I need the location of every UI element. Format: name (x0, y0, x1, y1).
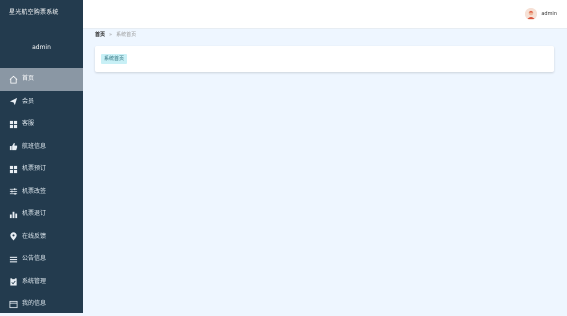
sidebar-item-label: 客服 (22, 120, 35, 127)
sidebar-item-home[interactable]: 首页 (0, 68, 83, 91)
list-icon (9, 255, 18, 264)
grid-icon (9, 165, 18, 174)
sidebar-item-label: 首页 (22, 75, 35, 82)
sidebar-item-reschedule[interactable]: 机票改签 (0, 181, 83, 204)
bar-chart-icon (9, 210, 18, 219)
location-pin-icon (9, 232, 18, 241)
sidebar: 星光航空购票系统 admin 首页 会员 客服 航班信息 机票预订 机票改签 机… (0, 0, 83, 313)
avatar[interactable] (525, 8, 538, 20)
main-card: 系统首页 (95, 46, 554, 72)
breadcrumb-separator: » (109, 31, 113, 38)
breadcrumb-current: 系统首页 (116, 32, 137, 38)
sidebar-item-label: 会员 (22, 97, 35, 105)
thumbs-up-icon (9, 142, 18, 151)
breadcrumb: 首页 » 系统首页 (95, 31, 137, 39)
sidebar-item-label: 机票退订 (22, 210, 47, 217)
sidebar-item-label: 机票预订 (22, 165, 47, 172)
clipboard-icon (9, 277, 18, 286)
user-menu[interactable]: admin (525, 8, 557, 20)
sidebar-item-system[interactable]: 系统管理 (0, 271, 83, 294)
sidebar-item-announcements[interactable]: 公告信息 (0, 248, 83, 271)
sidebar-item-members[interactable]: 会员 (0, 91, 83, 114)
app-root: 星光航空购票系统 admin 首页 会员 客服 航班信息 机票预订 机票改签 机… (0, 0, 567, 313)
top-bar: admin (83, 0, 567, 29)
grid-icon (9, 120, 18, 129)
sidebar-item-label: 在线反馈 (22, 232, 47, 240)
sidebar-item-label: 机票改签 (22, 187, 47, 195)
sidebar-item-flights[interactable]: 航班信息 (0, 136, 83, 159)
sidebar-item-refund[interactable]: 机票退订 (0, 203, 83, 226)
paper-plane-icon (9, 97, 18, 106)
breadcrumb-home[interactable]: 首页 (95, 31, 105, 38)
sidebar-item-my-info[interactable]: 我的信息 (0, 293, 83, 316)
sidebar-item-label: 系统管理 (22, 277, 47, 285)
sidebar-item-feedback[interactable]: 在线反馈 (0, 226, 83, 249)
sidebar-item-label: 航班信息 (22, 142, 47, 150)
sidebar-item-booking[interactable]: 机票预订 (0, 158, 83, 181)
sidebar-item-customer-service[interactable]: 客服 (0, 113, 83, 136)
header-username[interactable]: admin (541, 11, 557, 17)
sliders-icon (9, 187, 18, 196)
sidebar-menu: 首页 会员 客服 航班信息 机票预订 机票改签 机票退订 在线反馈 公告信息 系… (0, 68, 83, 316)
app-title: 星光航空购票系统 (9, 9, 59, 16)
page-tag[interactable]: 系统首页 (101, 54, 128, 64)
sidebar-username: admin (32, 44, 51, 51)
window-icon (9, 300, 18, 309)
sidebar-item-label: 我的信息 (22, 300, 47, 307)
home-icon (9, 75, 18, 84)
sidebar-item-label: 公告信息 (22, 255, 47, 262)
